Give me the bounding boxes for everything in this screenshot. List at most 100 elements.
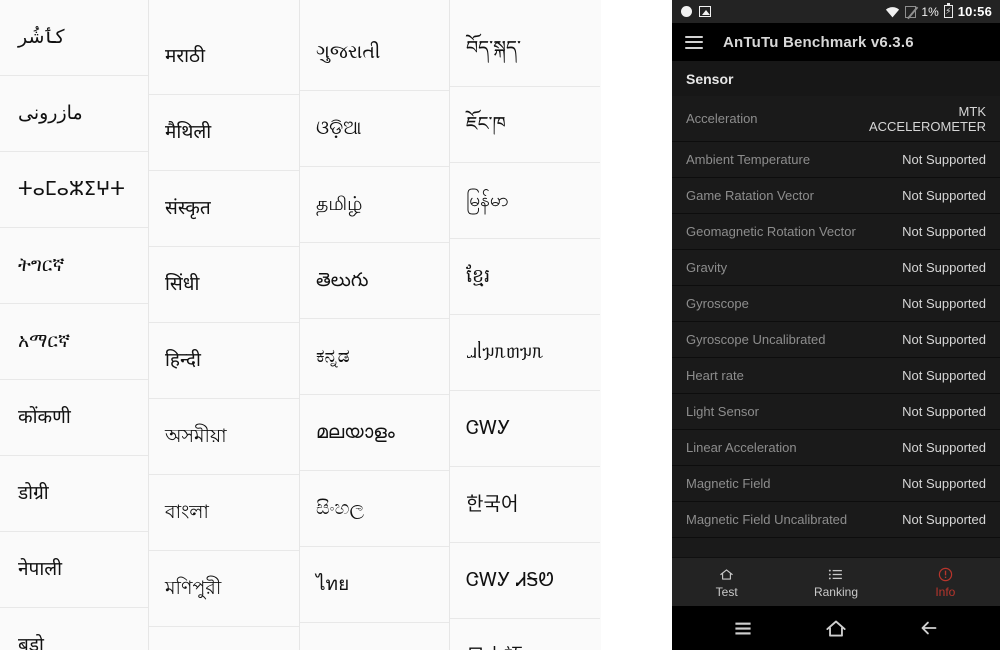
- list-icon: [827, 566, 844, 583]
- sensor-name: Ambient Temperature: [686, 152, 811, 167]
- language-option[interactable]: ไทย: [300, 547, 449, 623]
- back-icon[interactable]: [916, 615, 942, 641]
- language-option[interactable]: བོད་སྐད་: [450, 11, 600, 87]
- sensor-value: Not Supported: [902, 512, 986, 527]
- recents-icon[interactable]: [730, 615, 756, 641]
- language-option[interactable]: মণিপুরী: [149, 551, 299, 627]
- language-option[interactable]: 한국어: [450, 467, 600, 543]
- language-option[interactable]: తెలుగు: [300, 243, 449, 319]
- language-option[interactable]: አማርኛ: [0, 304, 148, 380]
- sensor-value: Not Supported: [902, 296, 986, 311]
- language-option[interactable]: संस्कृत: [149, 171, 299, 247]
- language-option[interactable]: ᏣᎳᎩ: [450, 391, 600, 467]
- notification-dot-icon: [681, 6, 692, 17]
- sensor-row[interactable]: Gravity Not Supported: [672, 250, 1000, 286]
- screenshot-image-icon: [699, 6, 711, 17]
- tab-test[interactable]: Test: [672, 558, 781, 606]
- sensor-value: Not Supported: [902, 368, 986, 383]
- language-selection-panel: كٲشُر مازرونی ⵜⴰⵎⴰⵣⵉⵖⵜ ትግርኛ አማርኛ कोंकणी डोग्री…: [0, 0, 601, 650]
- language-option[interactable]: မြန်မာ: [450, 163, 600, 239]
- sensor-row[interactable]: Heart rate Not Supported: [672, 358, 1000, 394]
- language-option[interactable]: ᏣᎳᎩ ᏗᎦᏬ: [450, 543, 600, 619]
- sensor-row[interactable]: Gyroscope Not Supported: [672, 286, 1000, 322]
- language-option[interactable]: مازرونی: [0, 76, 148, 152]
- info-exclamation-circle-icon: [937, 566, 954, 583]
- sensor-value: Not Supported: [902, 332, 986, 347]
- sensor-value: Not Supported: [902, 152, 986, 167]
- language-option[interactable]: বাংলা: [149, 475, 299, 551]
- status-bar-right-icons: 1% ⚡ 10:56: [885, 3, 992, 19]
- language-option[interactable]: ਪੰਜਾਬੀ (ਗੁਰਮੁਖੀ): [149, 627, 299, 650]
- home-icon: [718, 566, 735, 583]
- sensor-row[interactable]: Magnetic Field Uncalibrated Not Supported: [672, 502, 1000, 538]
- android-navigation-bar: [672, 606, 1000, 650]
- language-option[interactable]: كٲشُر: [0, 0, 148, 76]
- sensor-value: Not Supported: [902, 440, 986, 455]
- status-bar-clock: 10:56: [957, 4, 992, 19]
- sensor-row[interactable]: Light Sensor Not Supported: [672, 394, 1000, 430]
- hamburger-menu-icon[interactable]: [685, 35, 703, 49]
- wifi-icon: [885, 6, 900, 18]
- sensor-value: Not Supported: [902, 224, 986, 239]
- tab-ranking[interactable]: Ranking: [781, 558, 890, 606]
- sensor-name: Gyroscope: [686, 296, 749, 311]
- language-option[interactable]: ខ្មែរ: [450, 239, 600, 315]
- language-option[interactable]: தமிழ்: [300, 167, 449, 243]
- sensor-name: Acceleration: [686, 111, 758, 126]
- language-column-4: བོད་སྐད་ ཇོང་ཁ မြန်မာ ខ្មែរ ᥘᥣᥭᥰᥖᥭᥰ ᏣᎳᎩ 한국어 ᏣᎳᎩ…: [450, 0, 600, 650]
- sensor-value: Not Supported: [902, 404, 986, 419]
- language-option[interactable]: हिन्दी: [149, 323, 299, 399]
- language-option[interactable]: डोग्री: [0, 456, 148, 532]
- bottom-tab-bar: Test Ranking Info: [672, 557, 1000, 606]
- language-option[interactable]: ಕನ್ನಡ: [300, 319, 449, 395]
- app-bar: AnTuTu Benchmark v6.3.6: [672, 23, 1000, 61]
- language-option[interactable]: ትግርኛ: [0, 228, 148, 304]
- language-option[interactable]: ଓଡ଼ିଆ: [300, 91, 449, 167]
- sensor-row[interactable]: Gyroscope Uncalibrated Not Supported: [672, 322, 1000, 358]
- sensor-value: Not Supported: [902, 476, 986, 491]
- sensor-value: MTK ACCELEROMETER: [868, 103, 986, 134]
- app-title: AnTuTu Benchmark v6.3.6: [723, 33, 914, 51]
- battery-percent-label: 1%: [921, 4, 939, 19]
- language-option[interactable]: नेपाली: [0, 532, 148, 608]
- language-option[interactable]: ⵜⴰⵎⴰⵣⵉⵖⵜ: [0, 152, 148, 228]
- language-column-3: ગુજરાતી ଓଡ଼ିଆ தமிழ் తెలుగు ಕನ್ನಡ മലയാളം සිංහල ไ…: [300, 0, 450, 650]
- language-option[interactable]: অসমীয়া: [149, 399, 299, 475]
- language-column-1: كٲشُر مازرونی ⵜⴰⵎⴰⵣⵉⵖⵜ ትግርኛ አማርኛ कोंकणी डोग्री…: [0, 0, 149, 650]
- sensor-value: Not Supported: [902, 188, 986, 203]
- language-option[interactable]: बड़ो: [0, 608, 148, 650]
- sensor-name: Linear Acceleration: [686, 440, 797, 455]
- sensor-row[interactable]: Linear Acceleration Not Supported: [672, 430, 1000, 466]
- tab-label: Ranking: [813, 584, 858, 599]
- language-option[interactable]: कोंकणी: [0, 380, 148, 456]
- sensor-row[interactable]: Ambient Temperature Not Supported: [672, 142, 1000, 178]
- sensor-name: Geomagnetic Rotation Vector: [686, 224, 856, 239]
- tab-label: Test: [715, 584, 738, 599]
- sensor-row[interactable]: Magnetic Field Not Supported: [672, 466, 1000, 502]
- tab-info[interactable]: Info: [891, 558, 1000, 606]
- panel-gutter: [601, 0, 672, 650]
- language-column-2: मराठी मैथिली संस्कृत सिंधी हिन्दी অসমীয়া বাংল…: [149, 0, 300, 650]
- sensor-row[interactable]: Geomagnetic Rotation Vector Not Supported: [672, 214, 1000, 250]
- no-sim-icon: [905, 5, 917, 18]
- language-option[interactable]: मराठी: [149, 19, 299, 95]
- section-heading-sensor: Sensor: [672, 61, 1000, 96]
- sensor-value: Not Supported: [902, 260, 986, 275]
- language-option[interactable]: 日本語: [450, 619, 600, 650]
- language-option[interactable]: සිංහල: [300, 471, 449, 547]
- sensor-row[interactable]: Acceleration MTK ACCELEROMETER: [672, 96, 1000, 142]
- home-icon[interactable]: [823, 615, 849, 641]
- sensor-name: Magnetic Field: [686, 476, 771, 491]
- language-option[interactable]: मैथिली: [149, 95, 299, 171]
- sensor-row[interactable]: Game Ratation Vector Not Supported: [672, 178, 1000, 214]
- language-option[interactable]: सिंधी: [149, 247, 299, 323]
- language-option[interactable]: ລາວ: [300, 623, 449, 650]
- sensor-name: Gravity: [686, 260, 728, 275]
- language-option[interactable]: ཇོང་ཁ: [450, 87, 600, 163]
- language-option[interactable]: ગુજરાતી: [300, 15, 449, 91]
- sensor-name: Heart rate: [686, 368, 744, 383]
- battery-charging-icon: ⚡: [943, 3, 953, 18]
- language-option[interactable]: ᥘᥣᥭᥰᥖᥭᥰ: [450, 315, 600, 391]
- sensor-list[interactable]: Acceleration MTK ACCELEROMETER Ambient Tem…: [672, 96, 1000, 557]
- language-option[interactable]: മലയാളം: [300, 395, 449, 471]
